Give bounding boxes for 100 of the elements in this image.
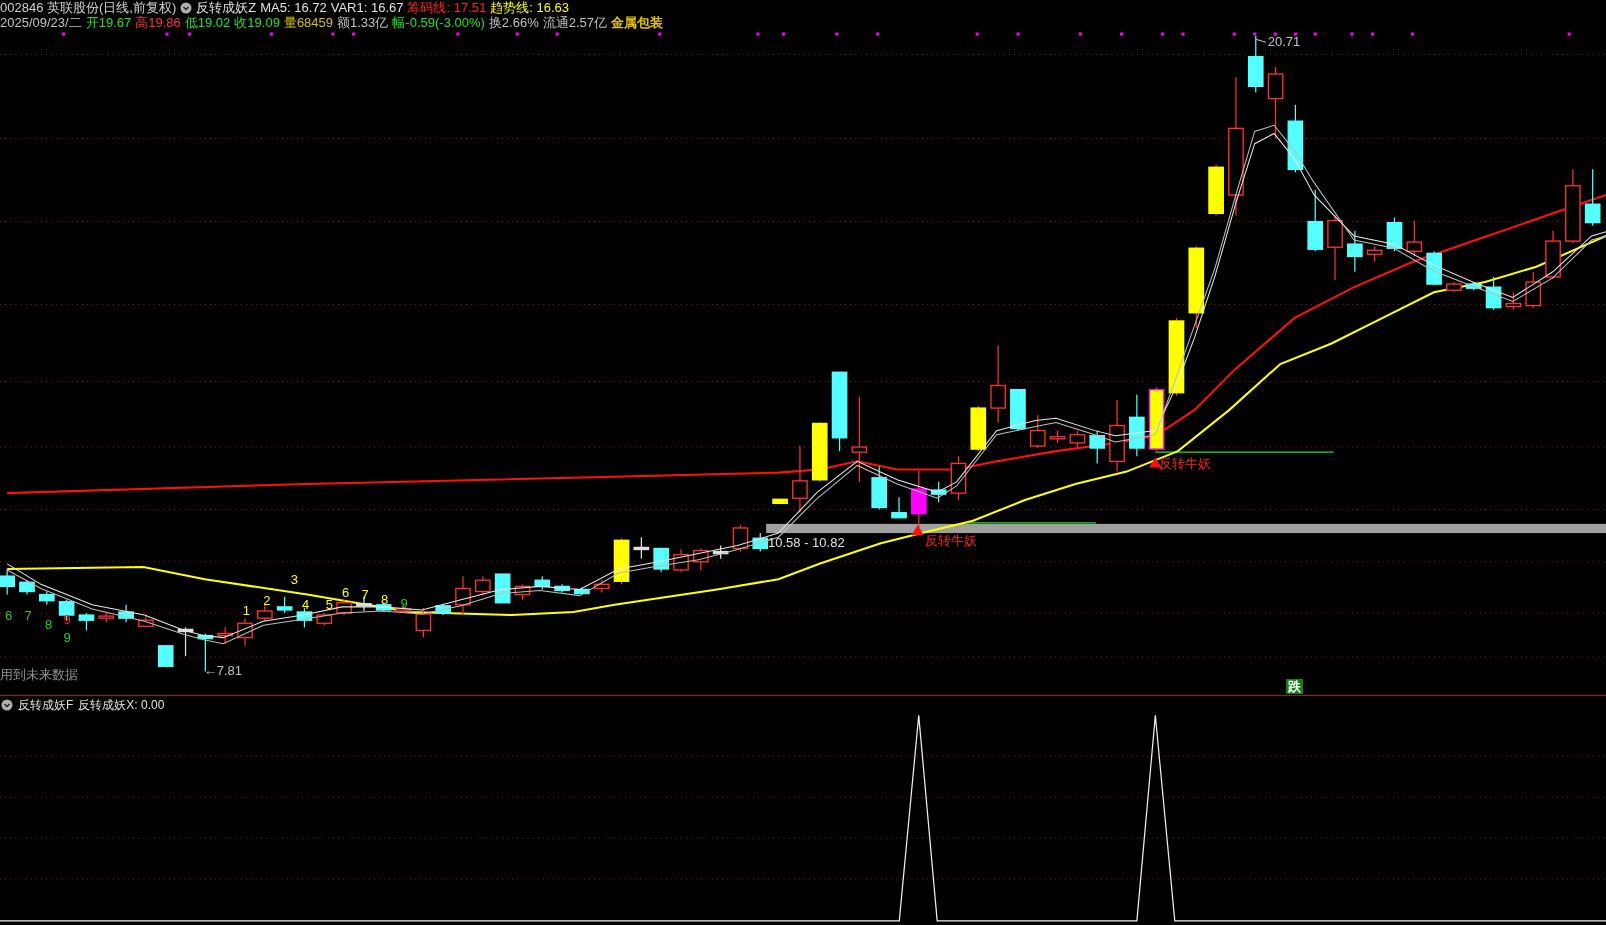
candlestick: [1247, 35, 1264, 94]
candlestick: [574, 586, 590, 596]
quote-field: 量68459: [283, 15, 334, 30]
indicator-readout: 反转成妖Z: [196, 0, 257, 15]
chart-label: 4: [302, 598, 310, 613]
candlestick: [1426, 250, 1442, 286]
candlestick: [157, 645, 174, 667]
candlestick: [494, 573, 511, 604]
candlestick: [1208, 163, 1224, 217]
chart-label: 5: [325, 598, 333, 613]
candlestick: [1327, 214, 1343, 281]
candlestick: [217, 626, 233, 645]
candlestick: [633, 536, 650, 560]
chart-label: 8: [380, 593, 389, 608]
quote-field: 流通2.57亿: [542, 15, 607, 30]
chart-label: 3: [290, 572, 299, 587]
candlestick: [1347, 230, 1363, 273]
chart-label: 7: [361, 588, 369, 603]
quote-field: 开19.67: [85, 15, 132, 30]
quote-field: 幅-0.59(-3.00%): [392, 15, 485, 30]
candlestick: [1446, 281, 1462, 293]
candlestick: [1049, 430, 1066, 444]
candlestick: [336, 599, 352, 616]
indicator-readout: 反转成妖X: 0.00: [78, 698, 165, 712]
chart-label: ←7.81: [203, 663, 243, 678]
candlestick: [1148, 386, 1165, 452]
candlestick: [177, 626, 194, 657]
candlestick: [772, 498, 788, 505]
candlestick: [237, 617, 253, 647]
candlestick: [435, 603, 452, 616]
chart-label: 10.58 - 10.82: [768, 535, 845, 550]
candlestick: [19, 579, 35, 596]
candlestick: [1287, 104, 1304, 174]
quote-field: 收19.09: [234, 15, 280, 30]
candlestick: [613, 537, 630, 585]
candlestick: [911, 469, 927, 529]
candlestick: [871, 465, 888, 511]
quote-field: 2025/09/23/二: [0, 15, 82, 30]
chart-label: 9: [63, 631, 71, 646]
quote-field: 换2.66%: [488, 15, 539, 30]
candlestick: [1505, 291, 1522, 311]
candlestick: [732, 524, 749, 553]
candlestick: [138, 614, 154, 628]
candlestick: [891, 496, 907, 519]
indicator-readout: 筹码线: 17.51: [407, 0, 487, 15]
candlestick: [78, 612, 95, 632]
chart-label: 6: [342, 586, 350, 600]
chart-label: 用到未来数据: [0, 667, 78, 682]
chart-label: 9: [63, 612, 71, 627]
chart-label: 8: [45, 617, 53, 632]
chart-label: 9: [400, 597, 408, 612]
chart-label: 20.71: [1267, 35, 1301, 50]
chart-label: 1: [242, 604, 250, 619]
indicator-readout: MA5: 16.72: [260, 0, 327, 15]
stock-title: 002846 英联股份(日线,前复权): [0, 0, 177, 15]
candlestick: [1129, 394, 1145, 457]
quote-field: 低19.02: [184, 15, 231, 30]
candlestick: [1386, 216, 1403, 252]
candlestick: [811, 421, 828, 483]
candlestick: [1307, 189, 1324, 252]
candlestick: [296, 607, 313, 628]
chart-label: 2: [263, 594, 271, 609]
candlestick: [1545, 230, 1561, 280]
candlestick: [1485, 276, 1502, 311]
candlestick: [455, 575, 471, 616]
chart-label: 跌: [1286, 679, 1304, 695]
candlestick: [514, 583, 531, 601]
candlestick: [752, 532, 769, 553]
indicator-readout: 趋势线: 16.63: [490, 0, 569, 15]
candlestick: [316, 612, 333, 626]
candlestick: [415, 607, 432, 639]
candlestick: [1010, 388, 1026, 432]
chart-label: 6: [5, 608, 13, 623]
candlestick: [970, 405, 987, 452]
dropdown-icon[interactable]: [1, 699, 13, 711]
chart-label: 反转牛妖: [924, 533, 977, 548]
candlestick: [593, 579, 610, 594]
candlestick: [118, 604, 134, 623]
triangle-marker-icon: [911, 524, 924, 536]
quote-field: 额1.33亿: [337, 15, 389, 30]
indicator-readout: VAR1: 16.67: [330, 0, 404, 15]
candlestick: [792, 445, 808, 514]
indicator-name: 反转成妖F: [18, 698, 74, 712]
candlestick: [554, 583, 570, 594]
candlestick: [534, 575, 551, 591]
candlestick: [1465, 281, 1482, 291]
dropdown-icon[interactable]: [180, 1, 193, 14]
candlestick: [257, 604, 273, 622]
quote-field: 金属包装: [611, 15, 663, 30]
quote-field: 高19.86: [135, 15, 181, 30]
candlestick: [475, 575, 491, 596]
chart-label: 7: [24, 608, 32, 623]
candlestick: [693, 547, 709, 571]
candlestick: [1366, 245, 1383, 263]
candlestick: [276, 596, 293, 614]
candlestick: [0, 568, 15, 596]
candlestick: [1584, 168, 1601, 227]
candlestick: [712, 544, 729, 560]
candlestick: [1069, 430, 1086, 448]
candlestick: [950, 455, 967, 501]
